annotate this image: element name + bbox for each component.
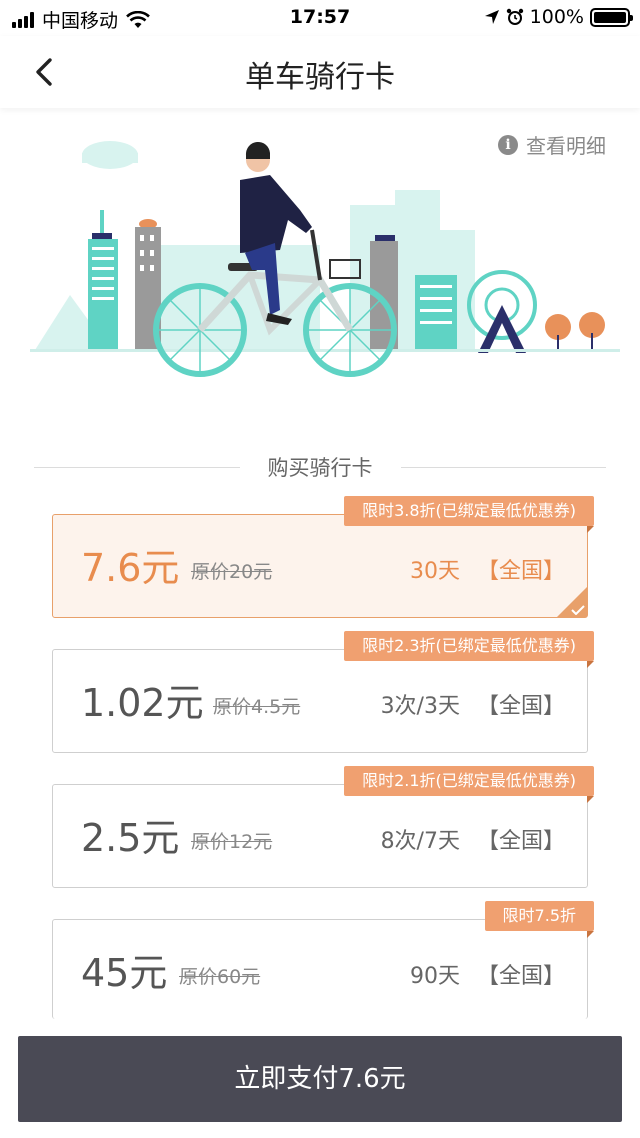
- discount-badge: 限时2.1折(已绑定最低优惠券): [344, 766, 594, 803]
- ride-card-option[interactable]: 限时2.3折(已绑定最低优惠券) 1.02元 原价4.5元 3次/3天 【全国】: [52, 631, 594, 753]
- alarm-icon: [506, 8, 523, 25]
- divider-left: [34, 466, 240, 468]
- card-info: 90天 【全国】: [410, 958, 565, 990]
- card-original-price: 原价60元: [179, 966, 261, 988]
- discount-badge: 限时7.5折: [484, 901, 595, 938]
- divider-right: [400, 466, 606, 468]
- section-title-label: 购买骑行卡: [267, 456, 373, 480]
- card-info: 30天 【全国】: [410, 553, 565, 585]
- section-title: 购买骑行卡: [34, 452, 606, 482]
- page-title: 单车骑行卡: [245, 60, 395, 95]
- location-arrow-icon: [484, 10, 499, 24]
- pay-now-button[interactable]: 立即支付7.6元: [18, 1036, 622, 1122]
- card-price: 2.5元: [81, 816, 180, 860]
- ride-card-option[interactable]: 限时7.5折 45元 原价60元 90天 【全国】: [52, 901, 595, 1019]
- card-info: 3次/3天 【全国】: [381, 688, 565, 720]
- card-duration: 3次/3天: [380, 694, 460, 719]
- nav-bar: 单车骑行卡: [0, 36, 640, 108]
- card-original-price: 原价4.5元: [213, 696, 301, 718]
- ride-card-option[interactable]: 限时2.1折(已绑定最低优惠券) 2.5元 原价12元 8次/7天 【全国】: [52, 766, 594, 888]
- card-price: 7.6元: [81, 546, 180, 590]
- hero-illustration: [30, 141, 620, 377]
- status-right: 100%: [484, 6, 633, 28]
- selected-checkmark-icon: [557, 587, 587, 617]
- card-original-price: 原价20元: [191, 561, 273, 583]
- card-info: 8次/7天 【全国】: [381, 823, 565, 855]
- card-scope: 【全国】: [476, 964, 565, 989]
- battery-percent: 100%: [529, 6, 584, 28]
- card-price: 45元: [81, 951, 168, 995]
- battery-icon: [590, 7, 633, 27]
- status-bar: 中国移动 17:57 100%: [0, 0, 640, 36]
- ride-card-option[interactable]: 限时3.8折(已绑定最低优惠券) 7.6元 原价20元 30天 【全国】: [52, 496, 594, 618]
- card-scope: 【全国】: [476, 694, 565, 719]
- card-duration: 90天: [409, 964, 460, 989]
- card-duration: 30天: [409, 559, 460, 584]
- discount-badge: 限时2.3折(已绑定最低优惠券): [344, 631, 594, 668]
- cloud-icon: [82, 141, 138, 169]
- card-price: 1.02元: [81, 681, 204, 725]
- card-scope: 【全国】: [476, 559, 565, 584]
- card-scope: 【全国】: [476, 829, 565, 854]
- card-duration: 8次/7天: [380, 829, 460, 854]
- discount-badge: 限时3.8折(已绑定最低优惠券): [344, 496, 594, 533]
- ferris-wheel-icon: [467, 270, 537, 353]
- card-original-price: 原价12元: [191, 831, 273, 853]
